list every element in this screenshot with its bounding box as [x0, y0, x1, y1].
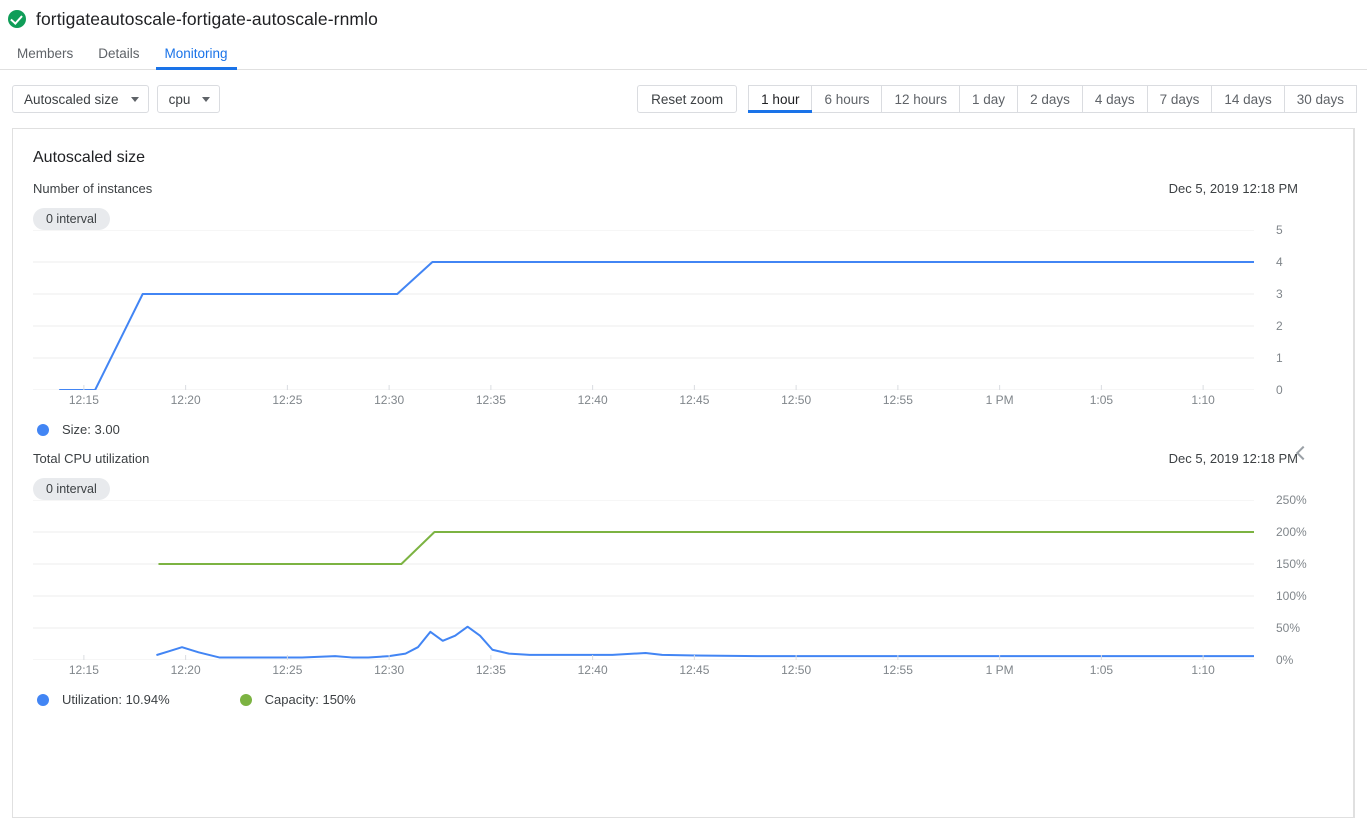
- range-2-days[interactable]: 2 days: [1018, 85, 1083, 113]
- range-14-days[interactable]: 14 days: [1212, 85, 1285, 113]
- tab-monitoring[interactable]: Monitoring: [155, 46, 237, 70]
- range-1-day[interactable]: 1 day: [960, 85, 1019, 113]
- chart-2-x-axis: 12:15 12:20 12:25 12:30 12:35 12:40 12:45 12:50…: [33, 660, 1254, 682]
- x-tick-label: 12:30: [374, 393, 405, 407]
- x-tick-label: 12:45: [679, 393, 710, 407]
- range-6-hours[interactable]: 6 hours: [812, 85, 883, 113]
- chart-2-timestamp: Dec 5, 2019 12:18 PM: [1168, 451, 1298, 466]
- chart-1-legend: Size: 3.00: [13, 422, 1354, 437]
- x-tick-label: 1:05: [1089, 663, 1114, 677]
- y-tick-label: 2: [1276, 319, 1283, 333]
- chevron-down-icon: [202, 96, 211, 102]
- legend-item-capacity[interactable]: Capacity: 150%: [239, 692, 356, 707]
- y-tick-label: 3: [1276, 287, 1283, 301]
- x-tick-label: 1:05: [1089, 393, 1114, 407]
- x-tick-label: 12:50: [781, 393, 812, 407]
- y-tick-label: 50%: [1276, 621, 1301, 635]
- x-tick-label: 12:25: [272, 393, 303, 407]
- resource-select[interactable]: cpu: [156, 85, 221, 113]
- chart-2-interval-badge: 0 interval: [33, 478, 110, 500]
- toolbar-left-group: Autoscaled size cpu: [12, 85, 221, 113]
- legend-label-size: Size: 3.00: [62, 422, 120, 437]
- y-tick-label: 150%: [1276, 557, 1307, 571]
- range-12-hours[interactable]: 12 hours: [882, 85, 961, 113]
- chart-1-interval-badge: 0 interval: [33, 208, 110, 230]
- y-tick-label: 1: [1276, 351, 1283, 365]
- tab-members[interactable]: Members: [8, 46, 82, 69]
- chart-2-title: Total CPU utilization: [33, 451, 150, 466]
- chart-1-head: Number of instances Dec 5, 2019 12:18 PM: [13, 167, 1354, 196]
- x-tick-label: 1:10: [1191, 393, 1215, 407]
- y-tick-label: 0%: [1276, 653, 1294, 667]
- x-tick-label: 12:20: [170, 393, 201, 407]
- legend-item-utilization[interactable]: Utilization: 10.94%: [37, 692, 170, 707]
- chart-autoscaled-size: Number of instances Dec 5, 2019 12:18 PM…: [13, 167, 1354, 437]
- x-tick-label: 12:30: [374, 663, 405, 677]
- chart-2-plot-wrap: 0% 50% 100% 150% 200% 250% 12:15 12:20 12:25 12:…: [33, 493, 1307, 682]
- chart-1-timestamp: Dec 5, 2019 12:18 PM: [1168, 181, 1298, 196]
- y-tick-label: 4: [1276, 255, 1283, 269]
- x-tick-label: 12:55: [882, 393, 913, 407]
- range-1-hour[interactable]: 1 hour: [748, 85, 813, 113]
- x-tick-label: 1 PM: [985, 393, 1014, 407]
- chart-2-y-axis: 0% 50% 100% 150% 200% 250%: [1254, 493, 1354, 682]
- toolbar: Autoscaled size cpu Reset zoom 1 hour 6 …: [0, 70, 1367, 128]
- chart-1-plot-wrap: 012345 12:15 12:20 12:25 12:30 12:35 12:40 12:…: [33, 223, 1283, 412]
- check-circle-icon: [8, 10, 26, 28]
- tab-details[interactable]: Details: [89, 46, 148, 69]
- y-tick-label: 200%: [1276, 525, 1307, 539]
- x-tick-label: 1 PM: [985, 663, 1014, 677]
- x-tick-label: 12:25: [272, 663, 303, 677]
- x-tick-label: 12:15: [68, 393, 99, 407]
- x-tick-label: 12:20: [170, 663, 201, 677]
- card-title: Autoscaled size: [33, 149, 146, 166]
- legend-item-size[interactable]: Size: 3.00: [37, 422, 120, 437]
- range-30-days[interactable]: 30 days: [1284, 85, 1357, 113]
- legend-dot-utilization: [37, 693, 49, 706]
- legend-label-utilization: Utilization: 10.94%: [62, 692, 170, 707]
- legend-label-capacity: Capacity: 150%: [264, 692, 356, 707]
- legend-dot-size: [37, 423, 49, 436]
- x-tick-label: 12:45: [679, 663, 710, 677]
- y-tick-label: 0: [1276, 383, 1283, 397]
- metric-select-value: Autoscaled size: [24, 91, 119, 107]
- tab-bar: Members Details Monitoring: [0, 36, 1367, 70]
- resource-select-value: cpu: [168, 91, 191, 107]
- range-4-days[interactable]: 4 days: [1082, 85, 1148, 113]
- chart-2-plot[interactable]: [33, 500, 1254, 660]
- time-range-group: 1 hour 6 hours 12 hours 1 day 2 days 4 d…: [748, 85, 1357, 113]
- x-tick-label: 12:55: [882, 663, 913, 677]
- y-tick-label: 100%: [1276, 589, 1307, 603]
- chevron-down-icon: [130, 96, 139, 102]
- y-tick-label: 250%: [1276, 493, 1307, 507]
- x-tick-label: 12:50: [781, 663, 812, 677]
- x-tick-label: 12:15: [68, 663, 99, 677]
- chart-1-y-axis: 0 1 2 3 4 5: [1254, 223, 1354, 412]
- reset-zoom-button[interactable]: Reset zoom: [637, 85, 738, 113]
- y-tick-label: 5: [1276, 223, 1283, 237]
- monitoring-card: Autoscaled size Number of instances Dec …: [12, 128, 1355, 818]
- chart-total-cpu-utilization: Total CPU utilization Dec 5, 2019 12:18 …: [13, 437, 1354, 707]
- chart-2-legend: Utilization: 10.94% Capacity: 150%: [13, 692, 1354, 707]
- x-tick-label: 12:40: [577, 663, 608, 677]
- toolbar-right-group: Reset zoom 1 hour 6 hours 12 hours 1 day…: [637, 85, 1357, 113]
- x-tick-label: 12:40: [577, 393, 608, 407]
- chart-2-head: Total CPU utilization Dec 5, 2019 12:18 …: [13, 437, 1354, 466]
- chart-1-subtitle: Number of instances: [33, 181, 153, 196]
- x-tick-label: 1:10: [1191, 663, 1215, 677]
- chart-1-x-axis: 12:15 12:20 12:25 12:30 12:35 12:40 12:45 12:50…: [33, 390, 1254, 412]
- chart-1-plot[interactable]: [33, 230, 1254, 390]
- x-tick-label: 12:35: [475, 393, 506, 407]
- page-header: fortigateautoscale-fortigate-autoscale-r…: [0, 0, 1367, 32]
- chevron-left-icon[interactable]: [1290, 443, 1312, 465]
- page-title: fortigateautoscale-fortigate-autoscale-r…: [36, 8, 378, 29]
- x-tick-label: 12:35: [475, 663, 506, 677]
- range-7-days[interactable]: 7 days: [1147, 85, 1213, 113]
- legend-dot-capacity: [239, 693, 252, 706]
- metric-select[interactable]: Autoscaled size: [12, 85, 149, 113]
